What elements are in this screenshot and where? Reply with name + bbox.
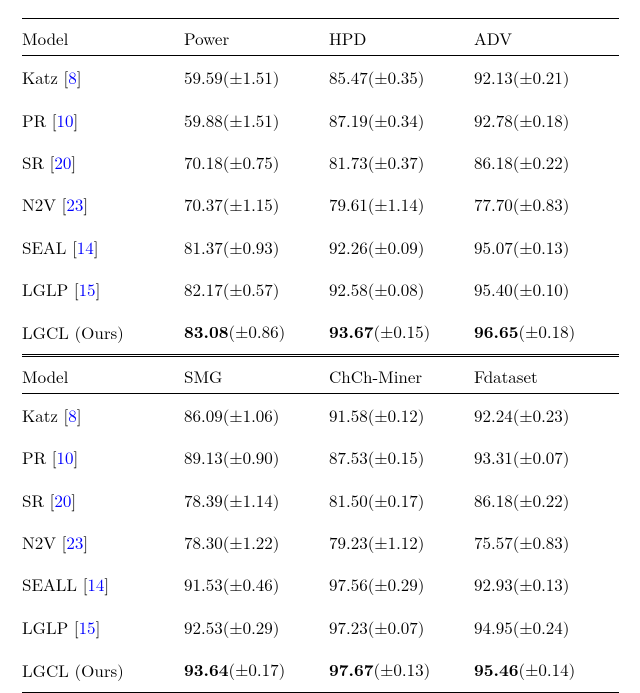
col-model: Model	[22, 355, 184, 393]
model-cell: SEALL [14]	[22, 563, 184, 605]
value-cell: 81.73(±0.37)	[329, 141, 474, 183]
model-cell: LGCL (Ours)	[22, 648, 184, 692]
citation-link[interactable]: 23	[66, 192, 83, 216]
value-cell: 96.65(±0.18)	[474, 310, 619, 355]
table-row: LGLP [15]82.17(±0.57)92.58(±0.08)95.40(±…	[22, 268, 619, 310]
table-row: SEAL [14]81.37(±0.93)92.26(±0.09)95.07(±…	[22, 226, 619, 268]
value-cell: 78.39(±1.14)	[184, 479, 329, 521]
model-cell: PR [10]	[22, 99, 184, 141]
citation-link[interactable]: 8	[68, 403, 77, 427]
value-cell: 85.47(±0.35)	[329, 56, 474, 99]
value-cell: 94.95(±0.24)	[474, 606, 619, 648]
table-row: LGLP [15]92.53(±0.29)97.23(±0.07)94.95(±…	[22, 606, 619, 648]
table-row: SR [20]78.39(±1.14)81.50(±0.17)86.18(±0.…	[22, 479, 619, 521]
value-cell: 91.53(±0.46)	[184, 563, 329, 605]
value-cell: 95.46(±0.14)	[474, 648, 619, 692]
col-power: Power	[184, 19, 329, 56]
citation-link[interactable]: 20	[54, 488, 71, 512]
model-cell: Katz [8]	[22, 394, 184, 437]
col-fdataset: Fdataset	[474, 355, 619, 393]
value-cell: 93.31(±0.07)	[474, 436, 619, 478]
table1-header-row: Model Power HPD ADV	[22, 19, 619, 56]
citation-link[interactable]: 14	[87, 572, 104, 596]
value-cell: 78.30(±1.22)	[184, 521, 329, 563]
col-hpd: HPD	[329, 19, 474, 56]
table2-header-row: Model SMG ChCh-Miner Fdataset	[22, 355, 619, 393]
table-row: PR [10]89.13(±0.90)87.53(±0.15)93.31(±0.…	[22, 436, 619, 478]
value-cell: 97.67(±0.13)	[329, 648, 474, 692]
value-cell: 59.88(±1.51)	[184, 99, 329, 141]
table-row: N2V [23]70.37(±1.15)79.61(±1.14)77.70(±0…	[22, 183, 619, 225]
value-cell: 93.67(±0.15)	[329, 310, 474, 355]
table-row: LGCL (Ours)93.64(±0.17)97.67(±0.13)95.46…	[22, 648, 619, 692]
value-cell: 75.57(±0.83)	[474, 521, 619, 563]
value-cell: 70.18(±0.75)	[184, 141, 329, 183]
value-cell: 92.78(±0.18)	[474, 99, 619, 141]
citation-link[interactable]: 14	[77, 235, 94, 259]
value-cell: 87.53(±0.15)	[329, 436, 474, 478]
results-table: Model Power HPD ADV Katz [8]59.59(±1.51)…	[22, 18, 619, 693]
model-cell: LGCL (Ours)	[22, 310, 184, 355]
model-cell: SR [20]	[22, 141, 184, 183]
value-cell: 82.17(±0.57)	[184, 268, 329, 310]
value-cell: 81.50(±0.17)	[329, 479, 474, 521]
value-cell: 92.26(±0.09)	[329, 226, 474, 268]
model-cell: Katz [8]	[22, 56, 184, 99]
value-cell: 79.61(±1.14)	[329, 183, 474, 225]
col-smg: SMG	[184, 355, 329, 393]
value-cell: 93.64(±0.17)	[184, 648, 329, 692]
model-cell: PR [10]	[22, 436, 184, 478]
value-cell: 83.08(±0.86)	[184, 310, 329, 355]
citation-link[interactable]: 10	[56, 108, 73, 132]
table-row: Katz [8]86.09(±1.06)91.58(±0.12)92.24(±0…	[22, 394, 619, 437]
model-cell: SR [20]	[22, 479, 184, 521]
table-row: PR [10]59.88(±1.51)87.19(±0.34)92.78(±0.…	[22, 99, 619, 141]
table-row: Katz [8]59.59(±1.51)85.47(±0.35)92.13(±0…	[22, 56, 619, 99]
citation-link[interactable]: 10	[56, 445, 73, 469]
citation-link[interactable]: 23	[66, 530, 83, 554]
model-cell: N2V [23]	[22, 521, 184, 563]
citation-link[interactable]: 8	[68, 65, 77, 89]
value-cell: 95.40(±0.10)	[474, 268, 619, 310]
value-cell: 81.37(±0.93)	[184, 226, 329, 268]
model-cell: N2V [23]	[22, 183, 184, 225]
model-cell: LGLP [15]	[22, 606, 184, 648]
value-cell: 95.07(±0.13)	[474, 226, 619, 268]
value-cell: 97.23(±0.07)	[329, 606, 474, 648]
model-cell: LGLP [15]	[22, 268, 184, 310]
table-row: SEALL [14]91.53(±0.46)97.56(±0.29)92.93(…	[22, 563, 619, 605]
table-row: N2V [23]78.30(±1.22)79.23(±1.12)75.57(±0…	[22, 521, 619, 563]
citation-link[interactable]: 15	[79, 615, 96, 639]
value-cell: 92.53(±0.29)	[184, 606, 329, 648]
value-cell: 92.58(±0.08)	[329, 268, 474, 310]
value-cell: 77.70(±0.83)	[474, 183, 619, 225]
table-row: LGCL (Ours)83.08(±0.86)93.67(±0.15)96.65…	[22, 310, 619, 355]
value-cell: 92.24(±0.23)	[474, 394, 619, 437]
value-cell: 70.37(±1.15)	[184, 183, 329, 225]
value-cell: 59.59(±1.51)	[184, 56, 329, 99]
col-chch: ChCh-Miner	[329, 355, 474, 393]
col-model: Model	[22, 19, 184, 56]
value-cell: 87.19(±0.34)	[329, 99, 474, 141]
value-cell: 79.23(±1.12)	[329, 521, 474, 563]
value-cell: 86.18(±0.22)	[474, 141, 619, 183]
table-row: SR [20]70.18(±0.75)81.73(±0.37)86.18(±0.…	[22, 141, 619, 183]
value-cell: 97.56(±0.29)	[329, 563, 474, 605]
citation-link[interactable]: 15	[79, 277, 96, 301]
value-cell: 86.18(±0.22)	[474, 479, 619, 521]
col-adv: ADV	[474, 19, 619, 56]
value-cell: 92.93(±0.13)	[474, 563, 619, 605]
value-cell: 91.58(±0.12)	[329, 394, 474, 437]
value-cell: 92.13(±0.21)	[474, 56, 619, 99]
citation-link[interactable]: 20	[54, 150, 71, 174]
value-cell: 86.09(±1.06)	[184, 394, 329, 437]
value-cell: 89.13(±0.90)	[184, 436, 329, 478]
model-cell: SEAL [14]	[22, 226, 184, 268]
